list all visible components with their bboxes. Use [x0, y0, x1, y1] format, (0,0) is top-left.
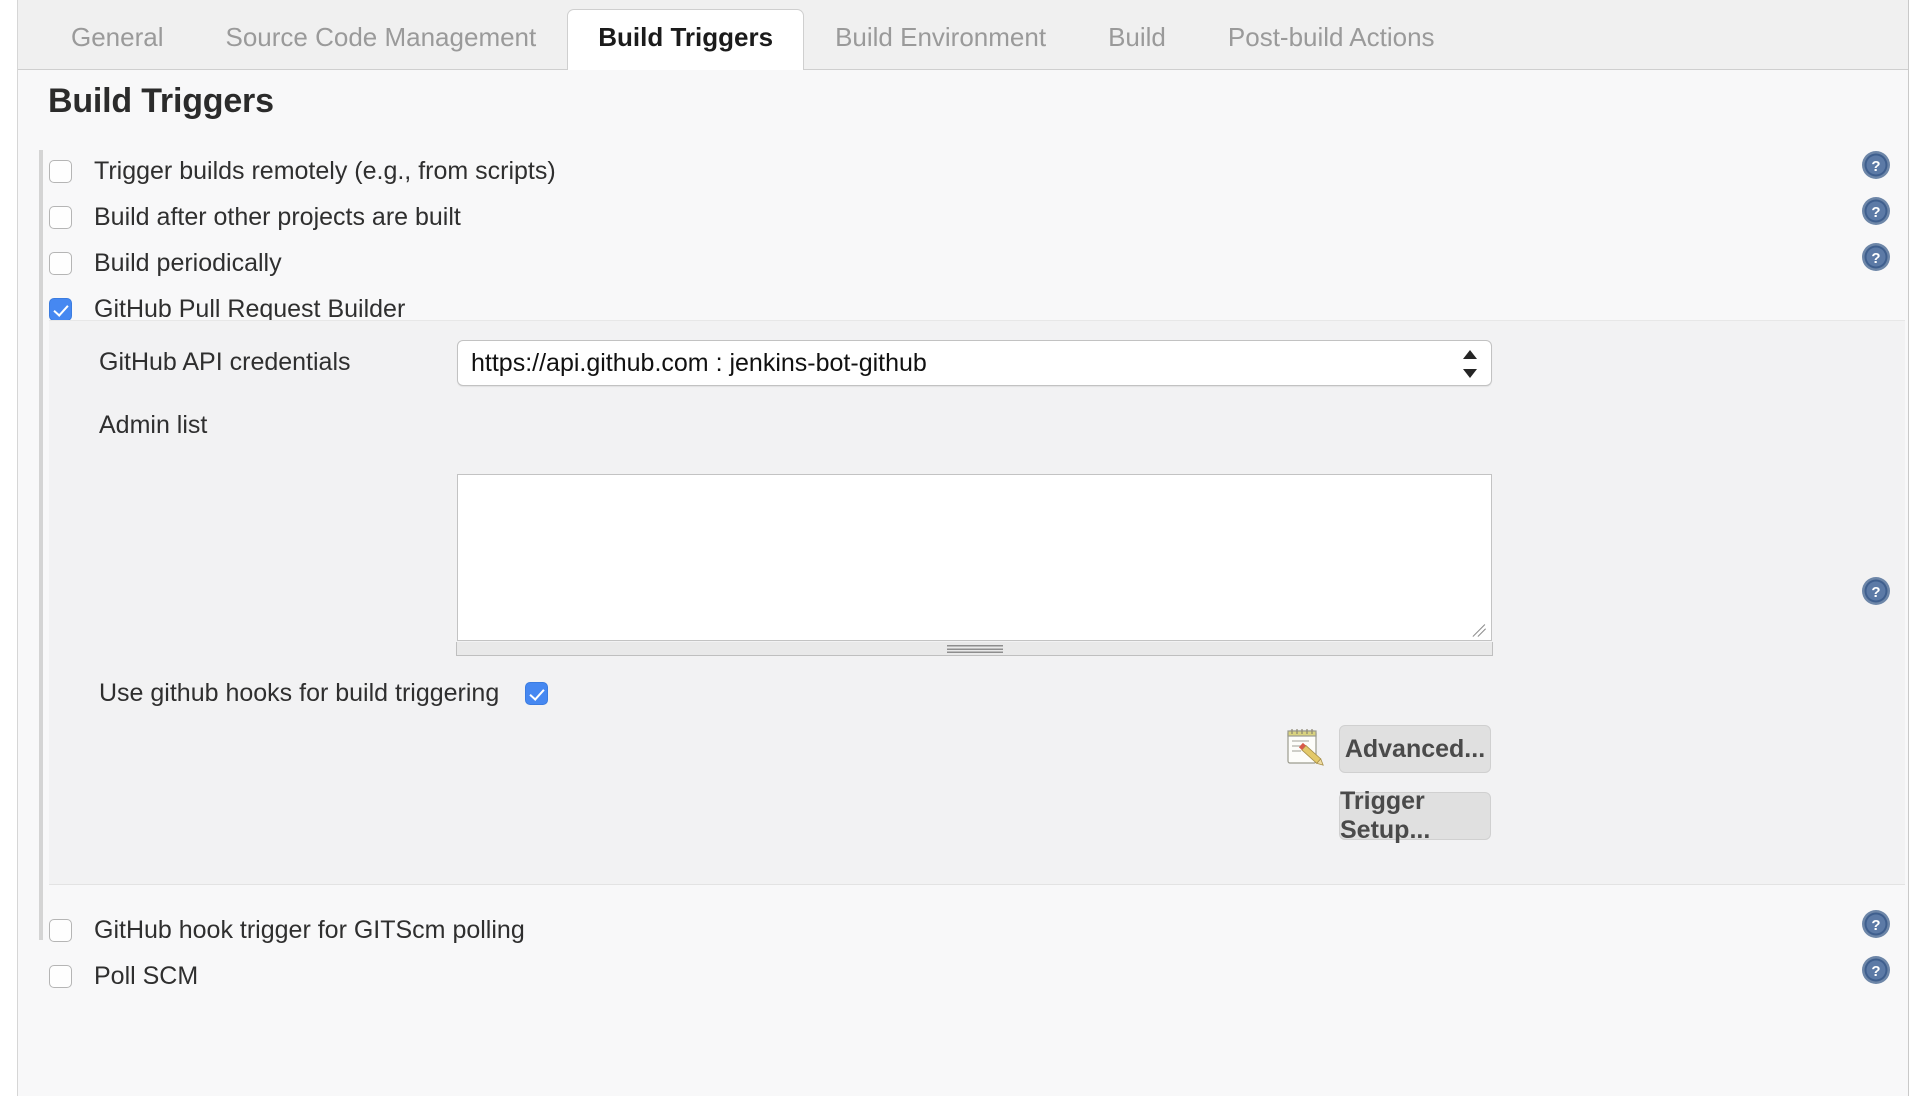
screenshot-viewport: General Source Code Management Build Tri…	[0, 0, 1926, 1096]
label-github-api-credentials: GitHub API credentials	[99, 348, 351, 376]
config-page-frame: General Source Code Management Build Tri…	[17, 0, 1909, 1096]
tab-source-code-management[interactable]: Source Code Management	[195, 9, 568, 70]
checkbox-use-github-hooks[interactable]	[525, 682, 549, 705]
svg-text:?: ?	[1871, 963, 1880, 980]
label-admin-list: Admin list	[99, 411, 208, 439]
github-pull-request-builder-panel: GitHub API credentials https://api.githu…	[49, 320, 1905, 885]
trigger-row-poll-scm[interactable]: Poll SCM	[49, 953, 198, 999]
svg-text:?: ?	[1871, 917, 1880, 934]
textarea-admin-list[interactable]	[457, 474, 1492, 641]
row-use-github-hooks: Use github hooks for build triggering	[99, 679, 549, 708]
label-github-hook-trigger-gitscm-polling: GitHub hook trigger for GITScm polling	[94, 915, 525, 944]
checkbox-github-pull-request-builder[interactable]	[49, 297, 72, 321]
tab-list: General Source Code Management Build Tri…	[40, 9, 1466, 71]
checkbox-build-after-other-projects[interactable]	[49, 205, 72, 229]
tab-build-environment-label: Build Environment	[835, 21, 1047, 52]
tab-build-triggers[interactable]: Build Triggers	[567, 9, 805, 71]
help-icon-build-periodically[interactable]: ?	[1861, 242, 1891, 272]
label-use-github-hooks: Use github hooks for build triggering	[99, 679, 500, 707]
help-icon-trigger-builds-remotely[interactable]: ?	[1861, 150, 1891, 180]
tab-general[interactable]: General	[40, 9, 195, 70]
select-github-api-credentials[interactable]: https://api.github.com : jenkins-bot-git…	[457, 340, 1492, 386]
label-trigger-builds-remotely: Trigger builds remotely (e.g., from scri…	[94, 156, 556, 185]
label-build-after-other-projects: Build after other projects are built	[94, 202, 461, 231]
select-github-api-credentials-value: https://api.github.com : jenkins-bot-git…	[471, 349, 927, 377]
select-stepper-icon	[1463, 350, 1479, 378]
tab-post-build-actions[interactable]: Post-build Actions	[1197, 9, 1466, 70]
resize-grip-icon[interactable]	[1472, 622, 1488, 638]
trigger-row-github-hook-gitscm[interactable]: GitHub hook trigger for GITScm polling	[49, 907, 525, 953]
tab-build[interactable]: Build	[1077, 9, 1197, 70]
page-title: Build Triggers	[48, 82, 274, 120]
checkbox-trigger-builds-remotely[interactable]	[49, 159, 72, 183]
help-icon-poll-scm[interactable]: ?	[1861, 955, 1891, 985]
svg-text:?: ?	[1871, 584, 1880, 601]
trigger-setup-button[interactable]: Trigger Setup...	[1339, 787, 1491, 844]
svg-text:?: ?	[1871, 204, 1880, 221]
form-left-rail	[39, 150, 43, 940]
checkbox-build-periodically[interactable]	[49, 251, 72, 275]
help-icon-build-after-other-projects[interactable]: ?	[1861, 196, 1891, 226]
help-icon-github-hook-trigger-gitscm-polling[interactable]: ?	[1861, 909, 1891, 939]
textarea-drag-handle[interactable]	[456, 642, 1493, 656]
memo-notepad-icon	[1283, 725, 1325, 767]
tab-build-environment[interactable]: Build Environment	[804, 9, 1077, 70]
checkbox-poll-scm[interactable]	[49, 964, 72, 988]
trigger-row-remote[interactable]: Trigger builds remotely (e.g., from scri…	[49, 148, 556, 194]
tab-post-build-actions-label: Post-build Actions	[1227, 21, 1435, 52]
advanced-button[interactable]: Advanced...	[1339, 725, 1491, 773]
trigger-row-build-periodically[interactable]: Build periodically	[49, 240, 282, 286]
tab-general-label: General	[71, 21, 164, 52]
svg-text:?: ?	[1871, 158, 1880, 175]
svg-text:?: ?	[1871, 250, 1880, 267]
help-icon-use-github-hooks[interactable]: ?	[1861, 576, 1891, 606]
drag-handle-grip-icon	[946, 645, 1003, 653]
tab-source-code-management-label: Source Code Management	[225, 21, 537, 52]
config-tab-bar: General Source Code Management Build Tri…	[18, 0, 1908, 71]
tab-build-triggers-label: Build Triggers	[598, 22, 774, 53]
tab-build-label: Build	[1108, 21, 1166, 52]
trigger-row-after-other-projects[interactable]: Build after other projects are built	[49, 194, 461, 240]
build-triggers-content: Build Triggers Trigger builds remotely (…	[18, 70, 1908, 1096]
label-poll-scm: Poll SCM	[94, 961, 199, 990]
checkbox-github-hook-trigger-gitscm-polling[interactable]	[49, 918, 72, 942]
label-build-periodically: Build periodically	[94, 248, 282, 277]
